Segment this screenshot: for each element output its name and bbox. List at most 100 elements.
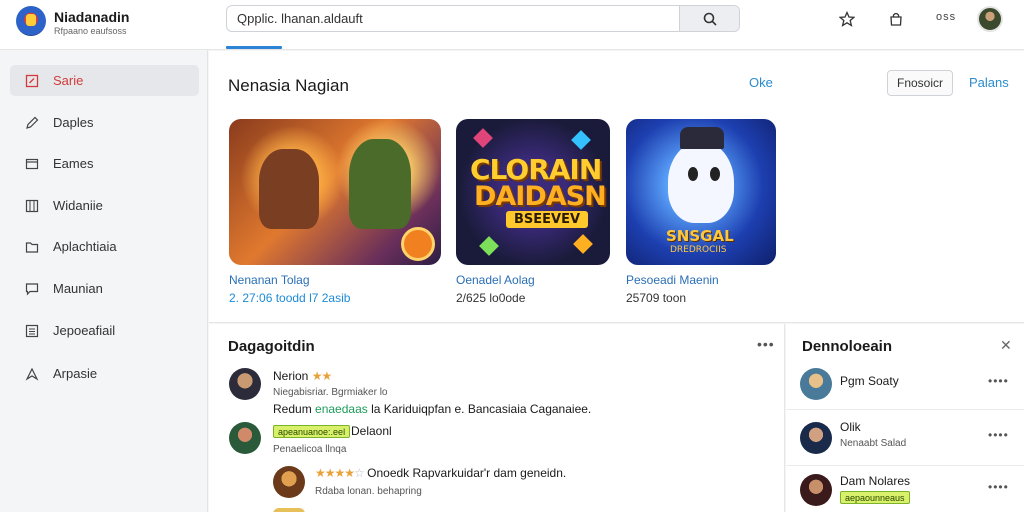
review-meta: Niegabisriar. Bgrmiaker lo bbox=[273, 387, 388, 398]
star-rating: ★★★★ bbox=[315, 466, 355, 480]
author-name: Delaonl bbox=[351, 424, 392, 438]
sidebar-item-label: Sarie bbox=[53, 73, 84, 88]
sidebar-item-daples[interactable]: Daples bbox=[10, 107, 199, 138]
review-highlight: enaedaas bbox=[315, 402, 368, 416]
active-tab-indicator bbox=[226, 46, 282, 49]
avatar bbox=[800, 474, 832, 506]
see-all-link[interactable]: Palans bbox=[969, 75, 1009, 90]
game-card[interactable]: Nenanan Tolag 2. 27:06 toodd l7 2asib bbox=[229, 119, 441, 305]
sidebar-item-label: Daples bbox=[53, 115, 94, 130]
sidebar-item-label: Eames bbox=[53, 156, 94, 171]
game-meta: 25709 toon bbox=[626, 291, 687, 305]
pencil-icon bbox=[24, 115, 40, 131]
game-thumbnail bbox=[229, 119, 441, 265]
status-badge: apeanuanoe:.eel bbox=[273, 425, 351, 438]
review-text: la Kariduiqpfan e. Bancasiaia Caganaiee. bbox=[371, 402, 592, 416]
mascot-character bbox=[668, 141, 734, 223]
game-name: Nenanan Tolag bbox=[229, 273, 310, 287]
search-icon bbox=[703, 12, 717, 26]
list-item[interactable]: Dam Nolares aepaounneaus •••• bbox=[786, 466, 1024, 512]
avatar bbox=[800, 422, 832, 454]
sidebar-item-label: Aplachtiaia bbox=[53, 239, 117, 254]
search-button[interactable] bbox=[679, 6, 739, 31]
ok-link[interactable]: Oke bbox=[749, 75, 773, 90]
compass-icon bbox=[24, 366, 40, 382]
review-body: Redum enaedaas la Kariduiqpfan e. Bancas… bbox=[273, 402, 591, 416]
game-card[interactable]: SNSGAL DREDROCIIS Pesoeadi Maenin 25709 … bbox=[626, 119, 776, 305]
more-menu-button[interactable]: oss bbox=[936, 11, 956, 23]
game-logo-text: DAIDASN bbox=[474, 181, 607, 212]
square-icon bbox=[24, 73, 40, 89]
avatar[interactable] bbox=[273, 466, 305, 498]
game-logo-subtext: DREDROCIIS bbox=[670, 245, 727, 255]
game-logo-banner: BSEEVEV bbox=[506, 211, 589, 228]
reviews-section: Dagagoitdin ••• Nerion ★★ Niegabisriar. … bbox=[209, 324, 785, 512]
search-bar bbox=[226, 5, 740, 32]
avatar[interactable] bbox=[229, 368, 261, 400]
app-title: Niadanadin bbox=[54, 9, 130, 25]
sidebar-item-maunian[interactable]: Maunian bbox=[10, 273, 199, 304]
gem-decoration bbox=[571, 130, 591, 150]
game-badge-icon bbox=[401, 227, 435, 261]
character-left bbox=[259, 149, 319, 229]
review-meta: Rdaba lonan. behapring bbox=[315, 486, 422, 497]
sidebar-item-sarie[interactable]: Sarie bbox=[10, 65, 199, 96]
avatar[interactable] bbox=[229, 422, 261, 454]
sidebar-item-label: Arpasie bbox=[53, 366, 98, 381]
review-prefix: Redum bbox=[273, 402, 312, 416]
search-input[interactable] bbox=[227, 6, 681, 31]
app-logo[interactable] bbox=[16, 6, 46, 36]
sidebar: Sarie Daples Eames Widaniie Aplachtiaia … bbox=[0, 50, 208, 512]
filter-button[interactable]: Fnosoicr bbox=[887, 70, 953, 96]
avatar[interactable] bbox=[273, 508, 305, 512]
section-title: Dagagoitdin bbox=[228, 338, 315, 355]
more-options-button[interactable]: ••• bbox=[757, 336, 775, 352]
gem-decoration bbox=[573, 234, 593, 254]
library-button[interactable] bbox=[885, 8, 907, 30]
item-name: Dam Nolares bbox=[840, 474, 911, 488]
item-subtitle: Nenaabt Salad bbox=[840, 438, 907, 449]
game-meta: 2/625 lo0ode bbox=[456, 291, 526, 305]
sidebar-item-aplachtiaia[interactable]: Aplachtiaia bbox=[10, 231, 199, 262]
panel-title: Dennoloeain bbox=[802, 338, 893, 355]
user-avatar[interactable] bbox=[977, 6, 1003, 32]
review-text: Onoedk Rapvarkuidar'r dam geneidn. bbox=[367, 466, 567, 480]
star-icon bbox=[839, 11, 855, 27]
sidebar-item-label: Maunian bbox=[53, 281, 103, 296]
grid-icon bbox=[24, 198, 40, 214]
game-name: Oenadel Aolag bbox=[456, 273, 535, 287]
list-icon bbox=[24, 323, 40, 339]
game-logo-text: SNSGAL bbox=[666, 227, 734, 245]
author-name: Nerion bbox=[273, 369, 309, 383]
sidebar-item-widaniie[interactable]: Widaniie bbox=[10, 190, 199, 221]
game-name: Pesoeadi Maenin bbox=[626, 273, 719, 287]
more-options-button[interactable]: •••• bbox=[988, 480, 1009, 494]
more-options-button[interactable]: •••• bbox=[988, 374, 1009, 388]
mascot-eye bbox=[688, 167, 698, 181]
review-body: ★★★★☆ Onoedk Rapvarkuidar'r dam geneidn. bbox=[315, 466, 566, 480]
more-options-button[interactable]: •••• bbox=[988, 428, 1009, 442]
item-name: Pgm Soaty bbox=[840, 374, 899, 388]
chat-icon bbox=[24, 281, 40, 297]
game-card[interactable]: CLORAIN DAIDASN BSEEVEV Oenadel Aolag 2/… bbox=[456, 119, 610, 305]
sidebar-item-label: Jepoeafiail bbox=[53, 323, 116, 338]
featured-section: Nenasia Nagian Oke Fnosoicr Palans Nenan… bbox=[209, 51, 1024, 323]
close-icon[interactable]: ✕ bbox=[1000, 337, 1012, 354]
sidebar-item-eames[interactable]: Eames bbox=[10, 148, 199, 179]
sidebar-item-label: Widaniie bbox=[53, 198, 103, 213]
top-bar: Niadanadin Rfpaano eaufsoss oss bbox=[0, 0, 1024, 50]
status-badge: aepaounneaus bbox=[840, 491, 910, 504]
sidebar-item-jepoeafiail[interactable]: Jepoeafiail bbox=[10, 315, 199, 346]
item-name: Olik bbox=[840, 420, 861, 434]
sidebar-item-arpasie[interactable]: Arpasie bbox=[10, 358, 199, 389]
avatar bbox=[800, 368, 832, 400]
section-title: Nenasia Nagian bbox=[228, 76, 349, 95]
list-item[interactable]: Olik Nenaabt Salad •••• bbox=[786, 410, 1024, 466]
list-item[interactable]: Pgm Soaty •••• bbox=[786, 354, 1024, 410]
folder-icon bbox=[24, 239, 40, 255]
gem-decoration bbox=[473, 128, 493, 148]
app-subtitle: Rfpaano eaufsoss bbox=[54, 26, 127, 36]
favorites-button[interactable] bbox=[836, 8, 858, 30]
game-thumbnail: SNSGAL DREDROCIIS bbox=[626, 119, 776, 265]
character-right bbox=[349, 139, 411, 229]
